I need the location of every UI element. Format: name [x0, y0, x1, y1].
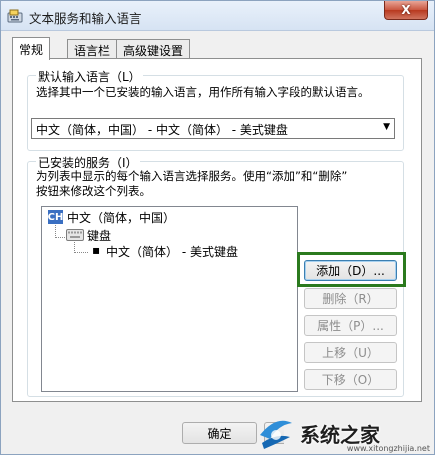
default-language-value: 中文（简体，中国） - 中文（简体） - 美式键盘 [36, 123, 288, 137]
dropdown-arrow-icon: ▼ [383, 122, 390, 132]
tree-item-service[interactable]: 中文（简体） - 美式键盘 [106, 243, 238, 260]
ok-button[interactable]: 确定 [182, 422, 257, 444]
installed-services-description-line2: 按钮来修改这个列表。 [36, 184, 151, 198]
title-bar[interactable]: 文本服务和输入语言 X [1, 1, 434, 31]
tab-strip: 常规 语言栏 高级键设置 [12, 37, 432, 60]
add-button[interactable]: 添加（D）... [304, 260, 397, 281]
default-language-legend: 默认输入语言（L） [36, 68, 143, 85]
dialog-window: 文本服务和输入语言 X 常规 语言栏 高级键设置 默认输入语言（L） 选择其中一… [0, 0, 435, 455]
window-title: 文本服务和输入语言 [29, 11, 142, 26]
move-up-button[interactable]: 上移（U） [304, 342, 397, 363]
language-badge: CH [47, 210, 64, 224]
installed-services-tree[interactable]: CH 中文（简体，中国） 键盘 ▪ 中文（简体） - 美式键盘 [41, 206, 298, 392]
text-services-icon [7, 9, 23, 23]
default-language-description: 选择其中一个已安装的输入语言，用作所有输入字段的默认语言。 [36, 85, 370, 99]
close-icon: X [401, 3, 411, 17]
properties-button[interactable]: 属性（P）... [304, 315, 397, 336]
tree-item-keyboard[interactable]: 键盘 [87, 227, 111, 244]
tree-item-bullet: ▪ [92, 243, 101, 257]
default-language-select[interactable]: 中文（简体，中国） - 中文（简体） - 美式键盘 ▼ [31, 118, 395, 139]
watermark-url: www.xitongzhijia.net [346, 444, 430, 453]
close-button[interactable]: X [384, 1, 428, 20]
watermark-logo-icon [260, 420, 292, 449]
keyboard-icon [66, 229, 84, 241]
tab-general[interactable]: 常规 [12, 37, 51, 60]
site-watermark: 系统之家 www.xitongzhijia.net [256, 412, 434, 454]
installed-services-description-line1: 为列表中显示的每个输入语言选择服务。使用“添加”和“删除” [36, 169, 348, 183]
move-down-button[interactable]: 下移（O） [304, 369, 397, 390]
tree-connector [74, 252, 88, 253]
tab-advanced-key-settings[interactable]: 高级键设置 [116, 39, 191, 59]
tree-item-language[interactable]: 中文（简体，中国） [67, 209, 175, 226]
default-language-group: 默认输入语言（L） 选择其中一个已安装的输入语言，用作所有输入字段的默认语言。 [27, 68, 404, 151]
tab-language-bar[interactable]: 语言栏 [67, 39, 118, 59]
tree-connector [55, 237, 65, 238]
remove-button[interactable]: 删除（R） [304, 288, 397, 309]
